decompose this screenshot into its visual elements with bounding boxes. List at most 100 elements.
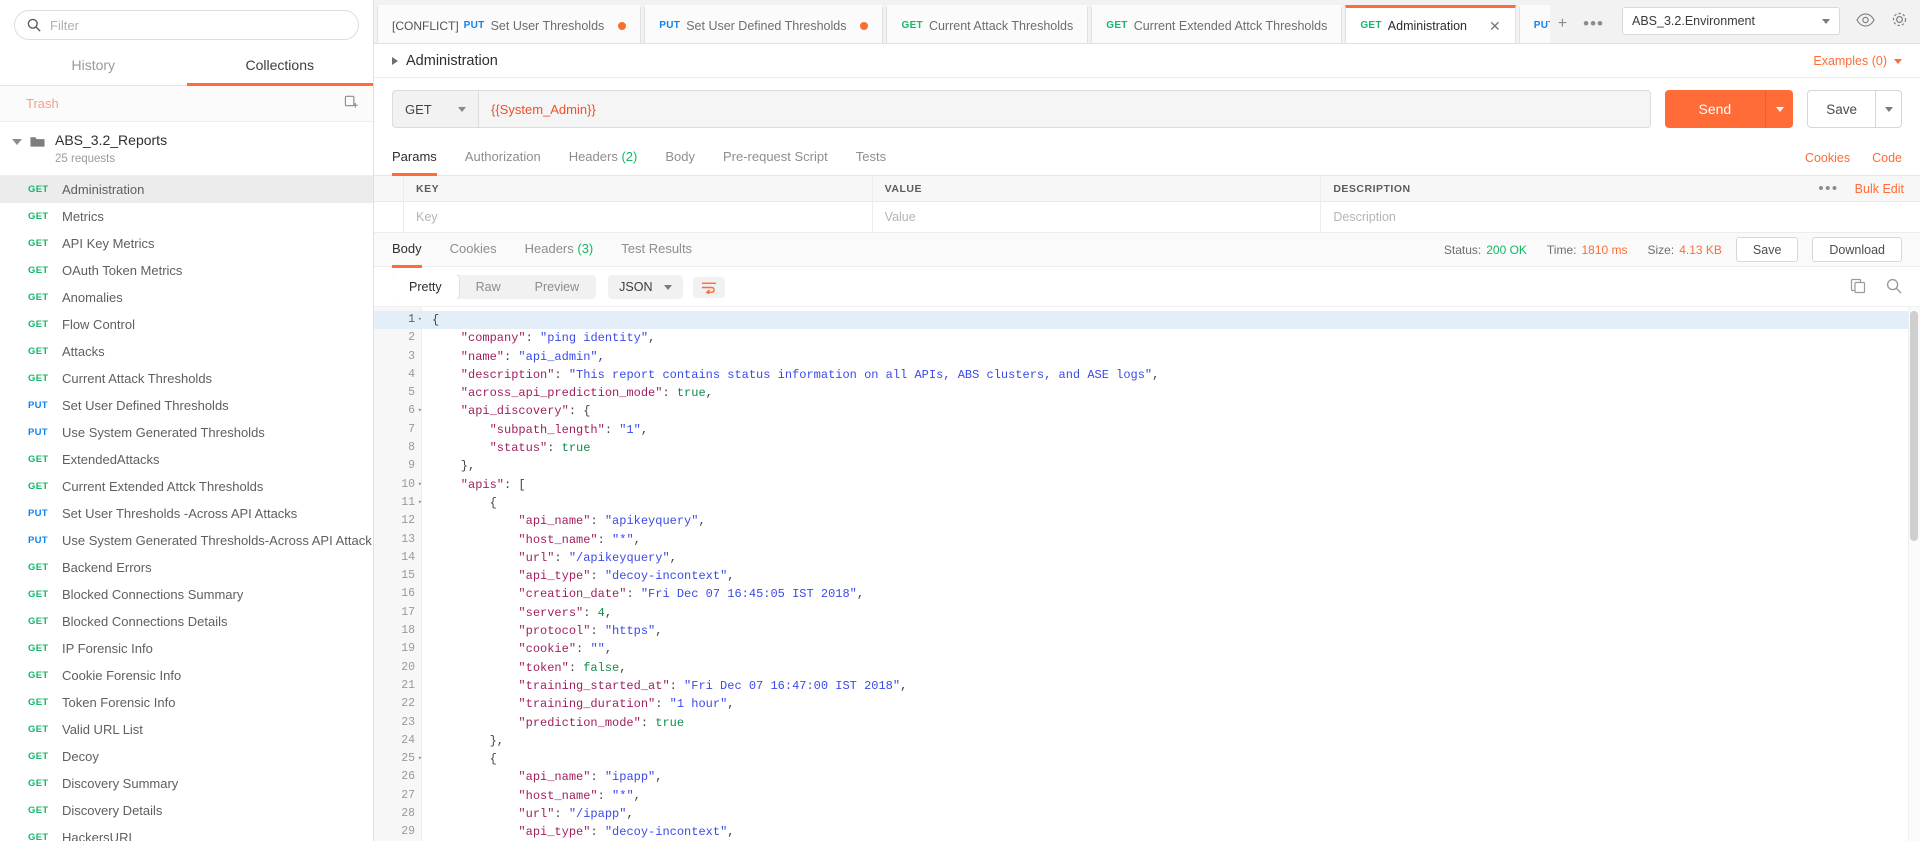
tab-history[interactable]: History	[0, 48, 187, 86]
send-options-button[interactable]	[1765, 90, 1793, 128]
eye-icon[interactable]	[1856, 13, 1875, 30]
param-key-input[interactable]: Key	[416, 210, 438, 224]
request-list-item[interactable]: GETAdministration	[0, 176, 373, 203]
save-options-button[interactable]	[1876, 90, 1902, 128]
line-number: 16	[374, 585, 421, 603]
breadcrumb[interactable]: Administration	[392, 53, 498, 69]
line-number[interactable]: 6	[374, 402, 421, 420]
environment-selector[interactable]: ABS_3.2.Environment	[1622, 7, 1840, 35]
code-viewer[interactable]: 1234567891011121314151617181920212223242…	[374, 307, 1920, 841]
request-tab[interactable]: Tests	[856, 140, 886, 176]
request-list-item[interactable]: GETToken Forensic Info	[0, 689, 373, 716]
view-mode-pretty[interactable]: Pretty	[392, 275, 459, 299]
examples-button[interactable]: Examples (0)	[1813, 54, 1902, 68]
param-value-input[interactable]: Value	[885, 210, 916, 224]
request-list-item[interactable]: GETExtendedAttacks	[0, 446, 373, 473]
request-tab[interactable]: Authorization	[465, 140, 541, 176]
request-tab[interactable]: Pre-request Script	[723, 140, 828, 176]
request-list-item[interactable]: GETCurrent Attack Thresholds	[0, 365, 373, 392]
editor-tab[interactable]: [CONFLICT]PUTSet User Thresholds	[377, 5, 641, 43]
row-checkbox-cell[interactable]	[374, 202, 404, 232]
tab-collections[interactable]: Collections	[187, 48, 374, 86]
view-mode-preview[interactable]: Preview	[518, 275, 596, 299]
request-tab[interactable]: Body	[665, 140, 695, 176]
search-box[interactable]	[14, 10, 359, 40]
view-mode-raw[interactable]: Raw	[459, 275, 518, 299]
request-list-item[interactable]: GETHackersURL	[0, 824, 373, 841]
new-tab-button[interactable]: +	[1550, 5, 1575, 43]
request-tab[interactable]: Headers (2)	[569, 140, 638, 176]
chevron-down-icon[interactable]	[12, 139, 22, 145]
line-number[interactable]: 1	[374, 311, 421, 329]
url-input[interactable]	[478, 90, 1651, 128]
save-response-button[interactable]: Save	[1736, 237, 1799, 262]
code-link[interactable]: Code	[1872, 151, 1902, 165]
request-list-item[interactable]: GETDiscovery Summary	[0, 770, 373, 797]
gear-icon[interactable]	[1891, 11, 1908, 31]
request-list-item[interactable]: GETDecoy	[0, 743, 373, 770]
format-selector[interactable]: JSON	[608, 275, 683, 299]
method-selector[interactable]: GET	[392, 90, 478, 128]
copy-icon[interactable]	[1850, 278, 1866, 297]
request-tab[interactable]: Params	[392, 140, 437, 176]
request-list-item[interactable]: GETIP Forensic Info	[0, 635, 373, 662]
request-list-item[interactable]: GETAttacks	[0, 338, 373, 365]
request-list-item[interactable]: GETBlocked Connections Details	[0, 608, 373, 635]
response-tab[interactable]: Body	[392, 232, 422, 268]
editor-tab[interactable]: PUTSet User Defined Thresholds	[644, 5, 883, 43]
trash-label[interactable]: Trash	[26, 96, 59, 111]
new-collection-icon[interactable]	[344, 94, 359, 112]
request-list-item[interactable]: GETAPI Key Metrics	[0, 230, 373, 257]
vertical-scrollbar[interactable]	[1908, 307, 1920, 841]
request-name: Set User Thresholds -Across API Attacks	[62, 506, 297, 521]
tab-label: Cookies	[450, 241, 497, 256]
line-number[interactable]: 10	[374, 476, 421, 494]
response-tab[interactable]: Test Results	[621, 232, 692, 268]
code-line: "status": true	[422, 439, 1920, 457]
request-list-item[interactable]: PUTSet User Defined Thresholds	[0, 392, 373, 419]
request-list-item[interactable]: PUTUse System Generated Thresholds	[0, 419, 373, 446]
request-list: GETAdministrationGETMetricsGETAPI Key Me…	[0, 176, 373, 841]
request-list-item[interactable]: GETBackend Errors	[0, 554, 373, 581]
save-button[interactable]: Save	[1807, 90, 1876, 128]
response-tab[interactable]: Headers (3)	[525, 232, 594, 268]
download-response-button[interactable]: Download	[1812, 237, 1902, 262]
params-more-icon[interactable]: •••	[1818, 180, 1838, 197]
search-icon[interactable]	[1886, 278, 1902, 297]
request-list-item[interactable]: GETCookie Forensic Info	[0, 662, 373, 689]
line-number[interactable]: 11	[374, 494, 421, 512]
request-method-badge: GET	[28, 346, 62, 357]
close-icon[interactable]: ✕	[1489, 19, 1501, 33]
json-content[interactable]: { "company": "ping identity", "name": "a…	[422, 307, 1920, 841]
editor-tab[interactable]: GETCurrent Attack Thresholds	[886, 5, 1088, 43]
word-wrap-button[interactable]	[693, 277, 725, 298]
search-input[interactable]	[50, 18, 346, 33]
response-tab[interactable]: Cookies	[450, 232, 497, 268]
cookies-link[interactable]: Cookies	[1805, 151, 1850, 165]
trash-row[interactable]: Trash	[0, 86, 373, 122]
tab-overflow-button[interactable]: •••	[1575, 5, 1612, 43]
request-list-item[interactable]: PUTSet User Thresholds -Across API Attac…	[0, 500, 373, 527]
request-list-item[interactable]: GETOAuth Token Metrics	[0, 257, 373, 284]
chevron-right-icon[interactable]	[392, 57, 398, 65]
request-list-item[interactable]: GETCurrent Extended Attck Thresholds	[0, 473, 373, 500]
bulk-edit-link[interactable]: Bulk Edit	[1855, 182, 1904, 196]
line-number[interactable]: 25	[374, 750, 421, 768]
editor-tab[interactable]: GETCurrent Extended Attck Thresholds	[1091, 5, 1342, 43]
request-list-item[interactable]: GETAnomalies	[0, 284, 373, 311]
collection-item[interactable]: ABS_3.2_Reports 25 requests	[0, 122, 373, 176]
tab-method-badge: GET	[901, 20, 922, 31]
editor-tab[interactable]: GETAdministration✕	[1345, 5, 1515, 43]
params-table-row[interactable]: Key Value Description	[374, 202, 1920, 232]
param-description-input[interactable]: Description	[1333, 210, 1396, 224]
scrollbar-thumb[interactable]	[1910, 311, 1918, 541]
editor-tab[interactable]: PUTUse System Generated Thresholds-	[1519, 5, 1550, 43]
request-list-item[interactable]: GETMetrics	[0, 203, 373, 230]
code-token: :	[590, 624, 604, 638]
request-list-item[interactable]: GETValid URL List	[0, 716, 373, 743]
request-list-item[interactable]: GETFlow Control	[0, 311, 373, 338]
request-list-item[interactable]: GETBlocked Connections Summary	[0, 581, 373, 608]
send-button[interactable]: Send	[1665, 90, 1766, 128]
request-list-item[interactable]: PUTUse System Generated Thresholds-Acros…	[0, 527, 373, 554]
request-list-item[interactable]: GETDiscovery Details	[0, 797, 373, 824]
